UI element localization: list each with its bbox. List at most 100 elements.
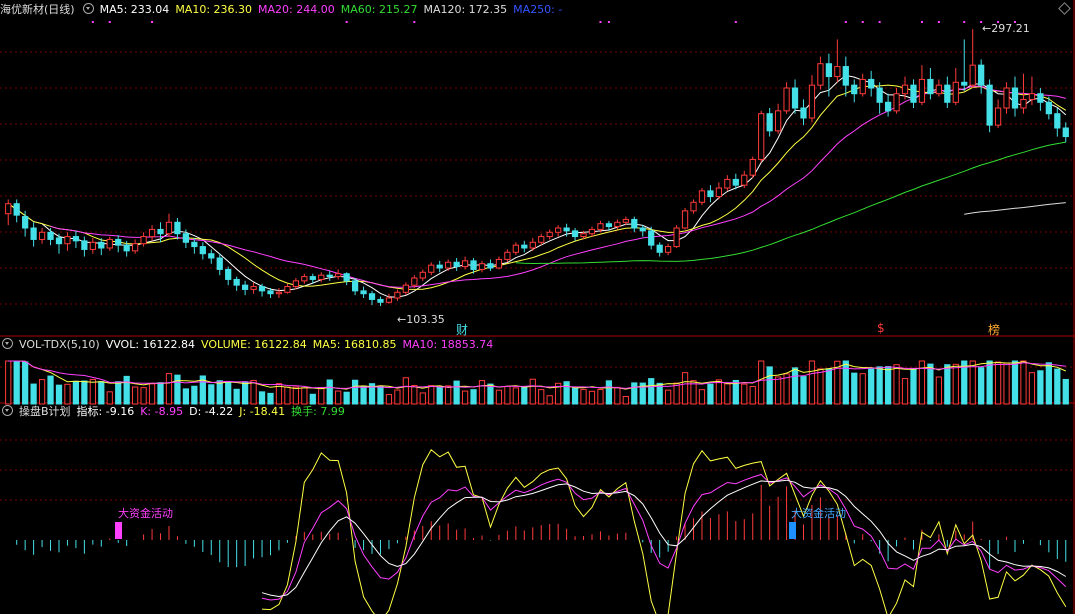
volume-bar-down — [343, 391, 350, 405]
d-line — [261, 479, 1067, 598]
volume-bar-up — [419, 392, 426, 405]
candle-down — [571, 230, 579, 238]
volume-bar-up — [935, 376, 942, 405]
volume-bar-down — [563, 381, 570, 405]
candle-down — [157, 228, 164, 235]
candle-up — [588, 228, 596, 235]
candle-up — [783, 87, 790, 112]
candle-up — [284, 286, 291, 293]
candle-down — [868, 78, 875, 89]
volume-bar-up — [969, 360, 976, 405]
volume-indicator-name[interactable]: VOL-TDX(5,10) — [19, 338, 100, 351]
signal-dot — [861, 21, 864, 23]
oscillator-indicator-name[interactable]: 操盘B计划 — [19, 405, 71, 418]
candle-up — [250, 286, 257, 290]
candle-up — [529, 241, 536, 249]
signal-dot — [920, 21, 923, 23]
volume-bar-down — [377, 385, 384, 405]
candle-up — [335, 273, 342, 278]
volume-bar-down — [707, 383, 714, 405]
candle-up — [817, 63, 824, 86]
signal-dot — [345, 21, 348, 23]
dropdown-circle-icon[interactable] — [82, 3, 94, 14]
candle-up — [1028, 93, 1036, 100]
signal-dot — [734, 21, 737, 23]
ma60-value: MA60: 215.27 — [340, 3, 418, 16]
candle-up — [698, 190, 706, 203]
candle-down — [436, 264, 443, 269]
volume-bar-down — [13, 360, 20, 405]
big-fund-box-2 — [789, 522, 796, 539]
oscillator-circle-icon[interactable] — [2, 405, 13, 416]
candle-down — [351, 280, 359, 292]
volume-bar-up — [808, 360, 816, 405]
dollar-event-marker[interactable]: $ — [877, 321, 885, 335]
huanshou-value: 换手: 7.99 — [291, 405, 345, 418]
candlestick-series[interactable] — [5, 29, 1069, 307]
volume-bar-up — [512, 387, 519, 405]
volume-bar-down — [258, 391, 266, 405]
stock-chart[interactable] — [0, 0, 1075, 614]
candle-down — [978, 64, 985, 86]
stock-title[interactable]: 海优新材(日线) — [0, 3, 75, 16]
volume-bar-down — [241, 381, 249, 405]
volume-bar-down — [1037, 370, 1044, 405]
volume-bar-up — [893, 364, 900, 405]
volume-bar-down — [191, 385, 198, 405]
bang-event-marker[interactable]: 榜 — [988, 321, 1000, 338]
candle-down — [453, 261, 460, 268]
vvol-value: VVOL: 16122.84 — [105, 338, 196, 351]
volume-bar-up — [1020, 360, 1027, 405]
volume-header: VOL-TDX(5,10) VVOL: 16122.84 VOLUME: 16122… — [0, 337, 499, 353]
j-value: J: -18.41 — [239, 405, 286, 418]
candle-down — [199, 246, 206, 255]
candle-down — [944, 84, 951, 103]
candle-up — [741, 174, 748, 186]
volume-bar-up — [774, 376, 782, 405]
volume-bar-up — [758, 360, 765, 405]
candle-down — [825, 63, 833, 78]
volume-bar-down — [30, 383, 37, 405]
oscillator-bars — [16, 485, 1067, 569]
candle-down — [1011, 87, 1019, 109]
cai-event-marker[interactable]: 财 — [456, 321, 468, 338]
candle-up — [478, 263, 486, 270]
candle-up — [428, 264, 435, 273]
oscillator-header: 操盘B计划 指标: -9.16 K: -8.95 D: -4.22 J: -18.41 换… — [0, 404, 351, 420]
candle-down — [1054, 113, 1061, 129]
volume-bar-up — [580, 388, 587, 405]
candle-up — [1020, 98, 1027, 109]
volume-bar-down — [267, 392, 274, 405]
volume-bar-down — [521, 386, 528, 405]
volume-circle-icon[interactable] — [2, 338, 13, 349]
candle-down — [986, 84, 993, 126]
k-line — [261, 473, 1067, 601]
candle-down — [800, 107, 807, 119]
candle-down — [13, 203, 20, 216]
high-arrow-icon: ← — [982, 22, 992, 35]
candle-down — [115, 238, 122, 246]
volume-bar-up — [140, 387, 147, 405]
big-fund-label-2: 大资金活动 — [791, 507, 846, 520]
candle-down — [174, 221, 181, 235]
volume-ma5-value: MA5: 16810.85 — [312, 338, 397, 351]
volume-bar-down — [1062, 378, 1069, 405]
main-header: 海优新材(日线) MA5: 233.04 MA10: 236.30 MA20: 244… — [0, 2, 568, 18]
d-value: D: -4.22 — [189, 405, 234, 418]
candle-down — [563, 227, 570, 232]
low-price-value: 103.35 — [406, 313, 445, 326]
candle-down — [191, 241, 198, 248]
candle-down — [791, 87, 799, 109]
candle-up — [546, 231, 553, 238]
volume-bar-up — [284, 386, 291, 405]
candle-up — [132, 243, 139, 252]
volume-bar-up — [148, 383, 156, 405]
signal-dot — [151, 21, 154, 23]
volume-bar-up — [495, 389, 503, 405]
volume-bar-down — [791, 367, 799, 405]
volume-bar-down — [174, 374, 181, 405]
volume-bar-down — [800, 376, 807, 405]
volume-bar-down — [47, 375, 54, 405]
volume-bar-up — [673, 382, 680, 405]
volume-bar-up — [461, 390, 469, 405]
